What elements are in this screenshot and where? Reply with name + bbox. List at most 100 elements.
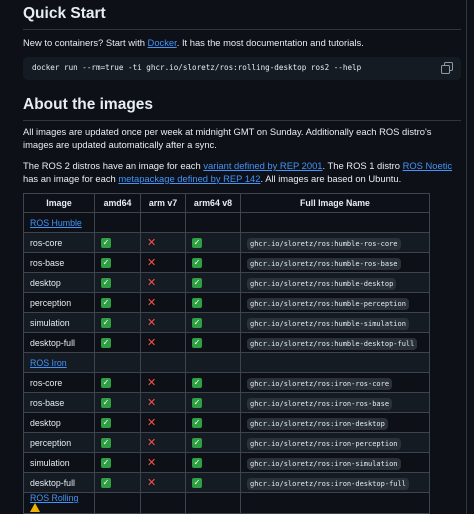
amd64-check-icon: ✓ [101, 478, 111, 488]
section-link[interactable]: ROS Rolling [30, 493, 78, 503]
full-image-name-cell: ghcr.io/sloretz/ros:iron-desktop-full [240, 472, 430, 493]
arm-v7-cell: ✕ [140, 472, 186, 493]
arm64-v8-check-icon: ✓ [192, 278, 202, 288]
image-variant-cell: ros-base [23, 392, 95, 413]
amd64-cell: ✓ [94, 432, 141, 453]
full-image-name-cell: ghcr.io/sloretz/ros:humble-perception [240, 292, 430, 313]
amd64-cell: ✓ [94, 332, 141, 353]
image-name-code: ghcr.io/sloretz/ros:iron-ros-base [247, 397, 393, 410]
amd64-check-icon: ✓ [101, 378, 111, 388]
amd64-cell: ✓ [94, 452, 141, 473]
table-row: simulation ✓ ✕ ✓ ghcr.io/sloretz/ros:humble-… [23, 312, 430, 333]
header-full-image-name: Full Image Name [240, 193, 430, 213]
arm-v7-cross-icon: ✕ [147, 456, 157, 469]
arm64-v8-check-icon: ✓ [192, 418, 202, 428]
full-image-name-cell: ghcr.io/sloretz/ros:humble-desktop [240, 272, 430, 293]
about-paragraph-2: The ROS 2 distros have an image for each… [23, 160, 461, 185]
table-row: desktop-full ✓ ✕ ✓ ghcr.io/sloretz/ros:iron-… [23, 472, 430, 493]
table-section-row: ROS Iron [23, 352, 430, 373]
image-variant-cell: desktop [23, 272, 95, 293]
arm-v7-cross-icon: ✕ [147, 236, 157, 249]
arm64-v8-cell: ✓ [185, 472, 241, 493]
p2-text-d: . All images are based on Ubuntu. [260, 172, 402, 184]
table-row: ros-core ✓ ✕ ✓ ghcr.io/sloretz/ros:iron-ros-… [23, 372, 430, 393]
p2-text-c: has an image for each [23, 172, 119, 184]
image-variant-cell: perception [23, 432, 95, 453]
amd64-cell: ✓ [94, 232, 141, 253]
arm-v7-cross-icon: ✕ [147, 276, 157, 289]
full-image-name-cell: ghcr.io/sloretz/ros:humble-ros-base [240, 252, 430, 273]
ros-noetic-link[interactable]: ROS Noetic [403, 160, 453, 171]
arm-v7-cell: ✕ [140, 332, 186, 353]
full-image-name-cell: ghcr.io/sloretz/ros:humble-simulation [240, 312, 430, 333]
image-name-code: ghcr.io/sloretz/ros:humble-desktop-full [247, 337, 418, 350]
amd64-check-icon: ✓ [101, 418, 111, 428]
quick-start-heading: Quick Start [23, 5, 461, 30]
rep-2001-link[interactable]: variant defined by REP 2001 [203, 160, 322, 171]
section-link[interactable]: ROS Iron [30, 358, 67, 368]
full-image-name-cell: ghcr.io/sloretz/ros:humble-ros-core [240, 232, 430, 253]
table-section-row: ROS Rolling [23, 492, 430, 514]
amd64-cell: ✓ [94, 392, 141, 413]
empty-cell [240, 212, 430, 233]
table-row: ros-base ✓ ✕ ✓ ghcr.io/sloretz/ros:humble-ro… [23, 252, 430, 273]
copy-icon[interactable] [441, 62, 453, 74]
arm64-v8-cell: ✓ [185, 412, 241, 433]
empty-cell [240, 492, 430, 514]
arm64-v8-check-icon: ✓ [192, 318, 202, 328]
section-cell: ROS Iron [23, 352, 95, 373]
image-name-code: ghcr.io/sloretz/ros:iron-perception [247, 437, 401, 450]
arm-v7-cross-icon: ✕ [147, 436, 157, 449]
empty-cell [185, 492, 241, 514]
rep-142-link[interactable]: metapackage defined by REP 142 [118, 173, 260, 184]
arm64-v8-check-icon: ✓ [192, 438, 202, 448]
image-variant-cell: desktop-full [23, 332, 95, 353]
empty-cell [185, 352, 241, 373]
image-name-code: ghcr.io/sloretz/ros:humble-ros-base [247, 257, 401, 270]
arm-v7-cross-icon: ✕ [147, 316, 157, 329]
empty-cell [94, 212, 141, 233]
amd64-check-icon: ✓ [101, 278, 111, 288]
amd64-cell: ✓ [94, 412, 141, 433]
amd64-check-icon: ✓ [101, 318, 111, 328]
empty-cell [140, 492, 186, 514]
amd64-cell: ✓ [94, 252, 141, 273]
about-images-heading: About the images [23, 96, 461, 121]
p2-text-a: The ROS 2 distros have an image for each [23, 160, 204, 171]
section-link[interactable]: ROS Humble [30, 218, 82, 228]
image-variant-cell: perception [23, 292, 95, 313]
p2-text-b: . The ROS 1 distro [322, 160, 403, 171]
docker-command: docker run --rm=true -ti ghcr.io/sloretz… [32, 63, 362, 72]
image-name-code: ghcr.io/sloretz/ros:humble-desktop [247, 277, 397, 290]
arm-v7-cell: ✕ [140, 292, 186, 313]
image-variant-cell: ros-core [23, 232, 95, 253]
arm-v7-cross-icon: ✕ [147, 396, 157, 409]
table-row: perception ✓ ✕ ✓ ghcr.io/sloretz/ros:humble-… [23, 292, 430, 313]
quick-start-intro: New to containers? Start with Docker. It… [23, 36, 364, 49]
docker-link[interactable]: Docker [148, 37, 177, 48]
arm-v7-cell: ✕ [140, 392, 186, 413]
image-name-code: ghcr.io/sloretz/ros:iron-desktop-full [247, 477, 409, 490]
image-variant-cell: ros-base [23, 252, 95, 273]
arm-v7-cell: ✕ [140, 432, 186, 453]
command-code-block: docker run --rm=true -ti ghcr.io/sloretz… [23, 57, 461, 80]
table-row: desktop-full ✓ ✕ ✓ ghcr.io/sloretz/ros:humbl… [23, 332, 430, 353]
arm-v7-cell: ✕ [140, 312, 186, 333]
about-paragraph-1: All images are updated once per week at … [23, 126, 432, 150]
full-image-name-cell: ghcr.io/sloretz/ros:iron-desktop [240, 412, 430, 433]
arm64-v8-check-icon: ✓ [192, 238, 202, 248]
arm-v7-cross-icon: ✕ [147, 476, 157, 489]
arm-v7-cell: ✕ [140, 232, 186, 253]
image-variant-cell: desktop [23, 412, 95, 433]
table-body: ROS Humble ros-core ✓ ✕ ✓ ghcr.io/sloretz/ros… [23, 212, 430, 514]
header-amd64: amd64 [94, 193, 141, 213]
amd64-check-icon: ✓ [101, 458, 111, 468]
image-variant-cell: ros-core [23, 372, 95, 393]
section-cell: ROS Humble [23, 212, 95, 233]
amd64-check-icon: ✓ [101, 438, 111, 448]
empty-cell [185, 212, 241, 233]
image-variant-cell: simulation [23, 312, 95, 333]
arm64-v8-cell: ✓ [185, 392, 241, 413]
table-row: perception ✓ ✕ ✓ ghcr.io/sloretz/ros:iron-pe… [23, 432, 430, 453]
arm64-v8-cell: ✓ [185, 272, 241, 293]
